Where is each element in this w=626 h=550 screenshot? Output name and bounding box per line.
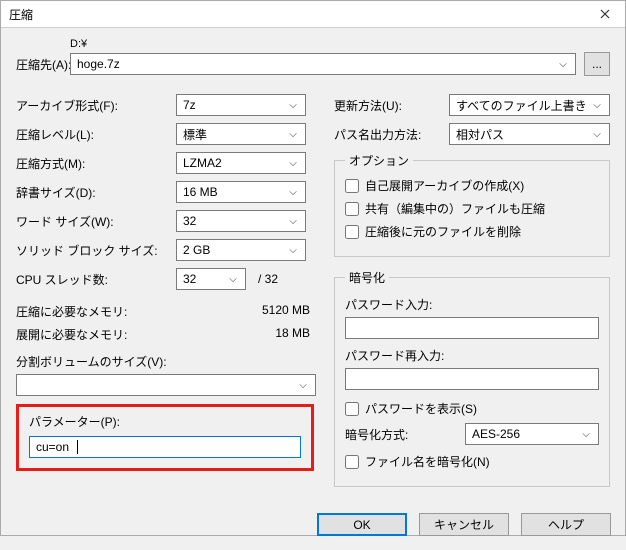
encryption-legend: 暗号化 [345, 269, 389, 286]
chevron-down-icon: ⌵ [285, 129, 301, 140]
shared-checkbox[interactable] [345, 202, 359, 216]
enc-method-label: 暗号化方式: [345, 426, 455, 443]
compress-dialog: 圧縮 D:¥ 圧縮先(A): hoge.7z ⌵ ... アーカイブ形式( [0, 0, 626, 536]
options-legend: オプション [345, 152, 413, 169]
parameter-input-wrap[interactable] [29, 436, 301, 458]
word-combo[interactable]: 32 ⌵ [176, 210, 306, 232]
browse-label: ... [592, 57, 602, 71]
encryption-fieldset: 暗号化 パスワード入力: パスワード再入力: パスワードを表示(S) 暗号化方式… [334, 269, 610, 487]
show-password-checkbox[interactable] [345, 402, 359, 416]
word-label: ワード サイズ(W): [16, 213, 176, 230]
browse-button[interactable]: ... [584, 52, 610, 76]
level-combo[interactable]: 標準 ⌵ [176, 123, 306, 145]
cancel-button[interactable]: キャンセル [419, 513, 509, 536]
columns: アーカイブ形式(F): 7z ⌵ 圧縮レベル(L): 標準 ⌵ 圧縮方式(M): [16, 94, 610, 499]
mem-compress-value: 5120 MB [262, 303, 310, 320]
titlebar: 圧縮 [1, 1, 625, 28]
help-button[interactable]: ヘルプ [521, 513, 611, 536]
parameter-input[interactable] [34, 439, 76, 455]
volume-combo[interactable]: ⌵ [16, 374, 316, 396]
format-combo[interactable]: 7z ⌵ [176, 94, 306, 116]
dict-combo[interactable]: 16 MB ⌵ [176, 181, 306, 203]
mem-decompress-row: 展開に必要なメモリ: 18 MB [16, 326, 316, 343]
solid-label: ソリッド ブロック サイズ: [16, 242, 176, 259]
format-label: アーカイブ形式(F): [16, 97, 176, 114]
mem-decompress-value: 18 MB [275, 326, 310, 343]
chevron-down-icon: ⌵ [225, 274, 241, 285]
dest-label: 圧縮先(A): [16, 56, 62, 73]
cpu-total: / 32 [258, 272, 278, 286]
encrypt-names-label: ファイル名を暗号化(N) [365, 453, 490, 470]
delete-label: 圧縮後に元のファイルを削除 [365, 223, 521, 240]
dest-filename-combo[interactable]: hoge.7z ⌵ [70, 53, 576, 75]
cpu-combo[interactable]: 32 ⌵ [176, 268, 246, 290]
chevron-down-icon: ⌵ [285, 158, 301, 169]
chevron-down-icon: ⌵ [295, 380, 311, 391]
sfx-checkbox[interactable] [345, 179, 359, 193]
dest-drive: D:¥ [70, 38, 610, 50]
chevron-down-icon: ⌵ [285, 187, 301, 198]
chevron-down-icon: ⌵ [578, 429, 594, 440]
chevron-down-icon: ⌵ [285, 245, 301, 256]
chevron-down-icon: ⌵ [285, 216, 301, 227]
dest-filename: hoge.7z [77, 57, 120, 71]
mem-compress-row: 圧縮に必要なメモリ: 5120 MB [16, 303, 316, 320]
show-password-label: パスワードを表示(S) [365, 400, 477, 417]
update-combo[interactable]: すべてのファイル上書き ⌵ [449, 94, 610, 116]
sfx-label: 自己展開アーカイブの作成(X) [365, 177, 524, 194]
ok-button[interactable]: OK [317, 513, 407, 536]
volume-label: 分割ボリュームのサイズ(V): [16, 353, 316, 370]
parameter-label: パラメーター(P): [29, 413, 301, 430]
password-label: パスワード入力: [345, 296, 599, 313]
parameter-group: パラメーター(P): [16, 404, 314, 471]
close-icon [600, 9, 610, 19]
password-input[interactable] [345, 317, 599, 339]
method-combo[interactable]: LZMA2 ⌵ [176, 152, 306, 174]
chevron-down-icon: ⌵ [555, 59, 571, 70]
mem-compress-label: 圧縮に必要なメモリ: [16, 303, 127, 320]
method-label: 圧縮方式(M): [16, 155, 176, 172]
level-label: 圧縮レベル(L): [16, 126, 176, 143]
options-fieldset: オプション 自己展開アーカイブの作成(X) 共有（編集中の）ファイルも圧縮 圧縮… [334, 152, 610, 257]
delete-checkbox[interactable] [345, 225, 359, 239]
window-title: 圧縮 [9, 6, 33, 23]
dict-label: 辞書サイズ(D): [16, 184, 176, 201]
button-bar: OK キャンセル ヘルプ [1, 499, 625, 550]
shared-label: 共有（編集中の）ファイルも圧縮 [365, 200, 545, 217]
dest-section: D:¥ 圧縮先(A): hoge.7z ⌵ ... [16, 38, 610, 94]
pathmode-label: パス名出力方法: [334, 126, 449, 143]
solid-combo[interactable]: 2 GB ⌵ [176, 239, 306, 261]
password2-input[interactable] [345, 368, 599, 390]
mem-decompress-label: 展開に必要なメモリ: [16, 326, 127, 343]
chevron-down-icon: ⌵ [589, 100, 605, 111]
enc-method-combo[interactable]: AES-256 ⌵ [465, 423, 599, 445]
chevron-down-icon: ⌵ [285, 100, 301, 111]
chevron-down-icon: ⌵ [589, 129, 605, 140]
volume-section: 分割ボリュームのサイズ(V): ⌵ [16, 353, 316, 396]
password2-label: パスワード再入力: [345, 347, 599, 364]
right-column: 更新方法(U): すべてのファイル上書き ⌵ パス名出力方法: 相対パス ⌵ オ… [334, 94, 610, 499]
encrypt-names-checkbox[interactable] [345, 455, 359, 469]
pathmode-combo[interactable]: 相対パス ⌵ [449, 123, 610, 145]
close-button[interactable] [585, 1, 625, 27]
update-label: 更新方法(U): [334, 97, 449, 114]
text-caret [77, 440, 78, 454]
left-column: アーカイブ形式(F): 7z ⌵ 圧縮レベル(L): 標準 ⌵ 圧縮方式(M): [16, 94, 316, 499]
cpu-label: CPU スレッド数: [16, 271, 176, 288]
dialog-content: D:¥ 圧縮先(A): hoge.7z ⌵ ... アーカイブ形式(F): 7z [1, 28, 625, 499]
